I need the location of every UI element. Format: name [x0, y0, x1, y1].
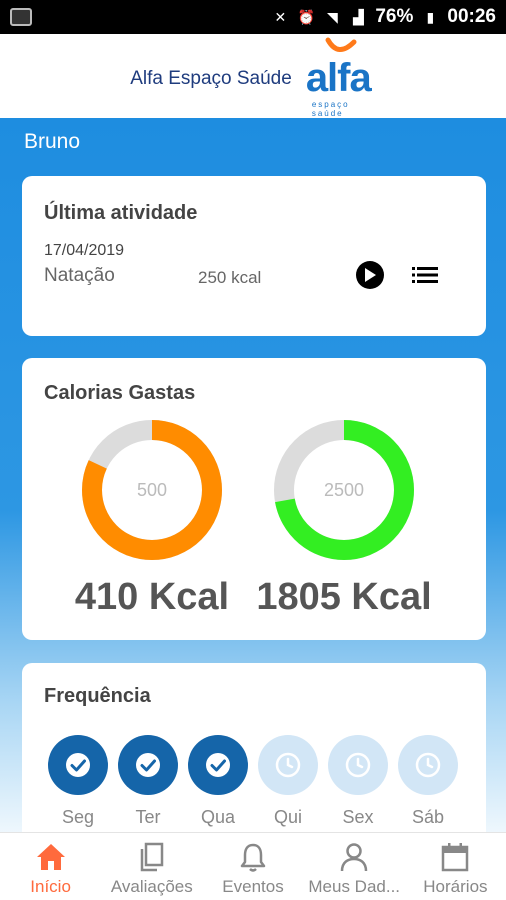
nav-label: Início: [30, 877, 71, 896]
day-pending-badge: [398, 735, 458, 795]
logo-subtitle: espaço saúde: [311, 100, 350, 118]
day-label: Qua: [200, 807, 236, 827]
wifi-icon: ◥: [326, 8, 338, 25]
documents-icon: [140, 842, 164, 872]
clock-icon: [275, 752, 301, 778]
nav-inicio[interactable]: Início: [0, 833, 101, 900]
nav-label: Eventos: [222, 877, 284, 896]
logo-word: alfa: [305, 56, 372, 100]
nav-meus-dados[interactable]: Meus Dad...: [304, 833, 405, 900]
day-done-badge: [188, 735, 248, 795]
activity-name: Natação: [44, 265, 115, 286]
bell-icon: [240, 843, 266, 872]
status-indicators: ✕ ⏰ ◥ ▟ 76% ▮ 00:26: [271, 6, 496, 28]
gauge-2-goal: 2500: [323, 479, 365, 500]
nav-label: Horários: [423, 877, 488, 896]
brand-name: Alfa Espaço Saúde: [130, 68, 292, 89]
play-button[interactable]: [356, 261, 384, 289]
gauge-1-value: 410 Kcal: [74, 576, 230, 618]
calories-title: Calorias Gastas: [44, 382, 196, 404]
day-qua: Qua: [188, 735, 248, 828]
check-icon: [66, 753, 90, 777]
status-bar: ✕ ⏰ ◥ ▟ 76% ▮ 00:26: [0, 0, 506, 34]
check-icon: [136, 753, 160, 777]
nav-eventos[interactable]: Eventos: [202, 833, 303, 900]
gauge-1-goal: 500: [136, 479, 168, 500]
calendar-icon: [442, 843, 469, 872]
alfa-logo: alfa espaço saúde: [305, 37, 376, 118]
clock: 00:26: [447, 6, 496, 27]
day-done-badge: [118, 735, 178, 795]
signal-icon: ▟: [352, 8, 364, 25]
nav-label: Avaliações: [110, 877, 193, 896]
silent-icon: ✕: [274, 8, 287, 25]
day-done-badge: [48, 735, 108, 795]
main-content[interactable]: Bruno Última atividade 17/04/2019 Nataçã…: [0, 118, 506, 832]
nav-label: Meus Dad...: [308, 877, 401, 896]
bottom-nav: Início Avaliações Eventos Meus Dad... Ho…: [0, 832, 506, 900]
nav-horarios[interactable]: Horários: [405, 833, 506, 900]
screenshot-notification-icon: [10, 8, 32, 26]
app-header: Alfa Espaço Saúde alfa espaço saúde: [0, 34, 506, 118]
last-activity-title: Última atividade: [44, 202, 198, 224]
calories-card: Calorias Gastas 500 410 Kcal 2500 1805 K…: [22, 358, 486, 640]
list-button[interactable]: [412, 266, 438, 284]
day-sex: Sex: [328, 735, 388, 828]
alarm-icon: ⏰: [297, 8, 316, 25]
day-label: Sex: [342, 807, 374, 827]
nav-avaliacoes[interactable]: Avaliações: [101, 833, 202, 900]
frequency-title: Frequência: [44, 685, 151, 707]
battery-percent: 76%: [375, 6, 414, 27]
play-icon: [365, 268, 376, 282]
home-icon: [36, 844, 65, 870]
clock-icon: [345, 752, 371, 778]
calories-gauge-1: 500: [82, 420, 222, 560]
logo-swoosh-icon: [325, 37, 357, 52]
day-pending-badge: [258, 735, 318, 795]
user-name: Bruno: [24, 130, 81, 153]
clock-icon: [415, 752, 441, 778]
last-activity-card: Última atividade 17/04/2019 Natação 250 …: [22, 176, 486, 336]
day-qui: Qui: [258, 735, 318, 828]
calories-gauge-2: 2500: [274, 420, 414, 560]
day-ter: Ter: [118, 735, 178, 828]
battery-icon: ▮: [426, 8, 435, 25]
day-label: Ter: [135, 807, 161, 827]
gauge-2-value: 1805 Kcal: [256, 576, 432, 618]
day-pending-badge: [328, 735, 388, 795]
user-icon: [340, 843, 368, 872]
day-sáb: Sáb: [398, 735, 458, 828]
frequency-card: Frequência Seg Ter Qua Qui Sex Sáb: [22, 663, 486, 832]
activity-date: 17/04/2019: [44, 242, 125, 259]
day-label: Sáb: [411, 807, 445, 827]
day-seg: Seg: [48, 735, 108, 828]
check-icon: [206, 753, 230, 777]
day-label: Seg: [61, 807, 95, 827]
activity-kcal: 250 kcal: [198, 268, 262, 287]
day-label: Qui: [273, 807, 302, 827]
